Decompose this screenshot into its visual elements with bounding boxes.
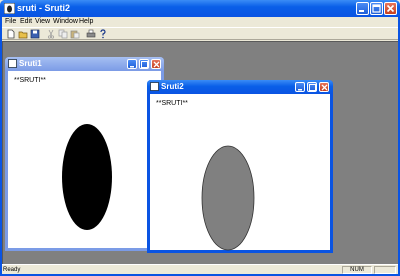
app-icon — [4, 3, 15, 14]
sruti2-title: Sruti2 — [161, 82, 184, 91]
status-text: Ready — [3, 267, 21, 273]
open-button[interactable] — [18, 29, 28, 39]
cut-icon — [47, 29, 55, 39]
minimize-icon — [130, 66, 134, 68]
sruti1-text: **SRUTI** — [14, 77, 46, 84]
app-title: sruti - Sruti2 — [17, 3, 71, 13]
menu-edit[interactable]: Edit — [20, 17, 32, 27]
num-lock-indicator: NUM — [342, 266, 372, 274]
app-client-area: File Edit View Window Help Sruti1 **SRUT… — [2, 17, 398, 274]
cut-button[interactable] — [46, 29, 56, 39]
sruti2-close-button[interactable] — [319, 82, 329, 92]
sruti1-client[interactable]: **SRUTI** — [8, 71, 161, 248]
sruti1-close-button[interactable] — [151, 59, 161, 69]
document-icon — [150, 82, 159, 91]
sruti1-title-bar[interactable]: Sruti1 — [5, 57, 164, 71]
child-window-sruti1[interactable]: Sruti1 **SRUTI** — [5, 57, 164, 251]
save-button[interactable] — [30, 29, 40, 39]
menu-view[interactable]: View — [35, 17, 50, 27]
new-icon — [7, 29, 15, 39]
minimize-icon — [359, 10, 364, 12]
minimize-button[interactable] — [356, 2, 369, 15]
app-window: sruti - Sruti2 File Edit View Window Hel… — [0, 0, 400, 276]
sruti1-ellipse-shape — [62, 124, 112, 230]
maximize-icon — [309, 84, 316, 91]
copy-button[interactable] — [58, 29, 68, 39]
new-button[interactable] — [6, 29, 16, 39]
sruti2-title-bar[interactable]: Sruti2 — [147, 80, 333, 94]
toolbar — [2, 27, 398, 40]
sruti2-minimize-button[interactable] — [295, 82, 305, 92]
minimize-icon — [298, 89, 302, 91]
sruti2-ellipse-shape — [201, 145, 255, 251]
maximize-button[interactable] — [370, 2, 383, 15]
sruti1-title: Sruti1 — [19, 59, 42, 68]
open-icon — [18, 31, 28, 39]
sruti2-ellipse — [201, 145, 255, 251]
help-icon — [100, 29, 106, 39]
save-icon — [30, 29, 40, 39]
print-icon — [86, 29, 96, 38]
maximize-icon — [372, 4, 381, 13]
print-button[interactable] — [86, 29, 96, 39]
close-icon — [321, 84, 328, 91]
status-panel-empty — [374, 266, 396, 274]
paste-button[interactable] — [70, 29, 80, 39]
maximize-icon — [141, 61, 148, 68]
menu-bar: File Edit View Window Help — [2, 17, 398, 27]
menu-file[interactable]: File — [5, 17, 16, 27]
menu-help[interactable]: Help — [79, 17, 93, 27]
sruti2-text: **SRUTI** — [156, 100, 188, 107]
copy-icon — [58, 29, 68, 39]
app-title-bar[interactable]: sruti - Sruti2 — [0, 0, 400, 17]
child-window-sruti2[interactable]: Sruti2 **SRUTI** — [147, 80, 333, 253]
sruti1-ellipse — [62, 124, 112, 230]
close-icon — [153, 61, 160, 68]
mdi-workspace[interactable]: Sruti1 **SRUTI** Sruti2 **SRUTI** — [2, 41, 398, 264]
sruti2-maximize-button[interactable] — [307, 82, 317, 92]
close-button[interactable] — [384, 2, 397, 15]
document-icon — [8, 59, 17, 68]
sruti1-maximize-button[interactable] — [139, 59, 149, 69]
status-bar: Ready NUM — [2, 264, 398, 274]
close-icon — [386, 4, 395, 13]
help-button[interactable] — [98, 29, 108, 39]
menu-window[interactable]: Window — [53, 17, 78, 27]
sruti2-client[interactable]: **SRUTI** — [150, 94, 330, 251]
paste-icon — [70, 30, 80, 39]
sruti1-minimize-button[interactable] — [127, 59, 137, 69]
